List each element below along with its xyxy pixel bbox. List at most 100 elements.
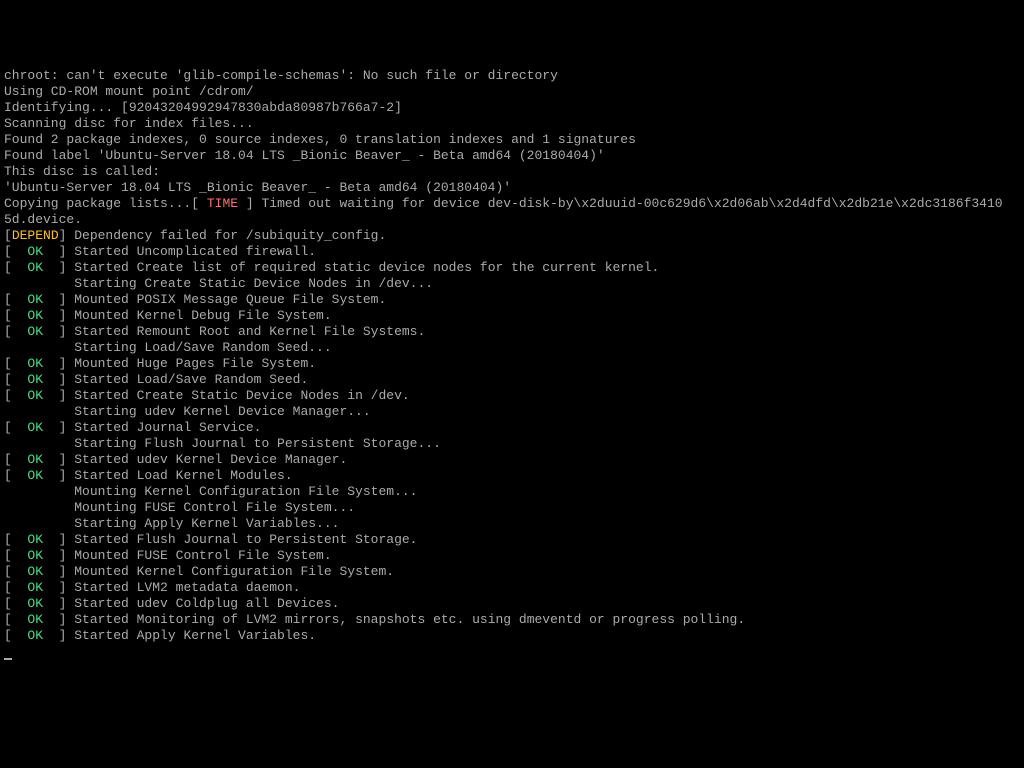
boot-text-segment: OK [27, 372, 43, 387]
boot-text-segment: OK [27, 532, 43, 547]
boot-text-segment: ] Started Load/Save Random Seed. [43, 372, 308, 387]
boot-text-segment: ] Started Create Static Device Nodes in … [43, 388, 410, 403]
boot-text-segment: OK [27, 596, 43, 611]
boot-line: [ OK ] Started Flush Journal to Persiste… [4, 532, 1020, 548]
boot-text-segment: [ [4, 452, 27, 467]
boot-text-segment: Starting Load/Save Random Seed... [4, 340, 332, 355]
boot-text-segment: OK [27, 324, 43, 339]
boot-text-segment: OK [27, 628, 43, 643]
boot-text-segment: ] Started Monitoring of LVM2 mirrors, sn… [43, 612, 745, 627]
boot-text-segment: ] Mounted POSIX Message Queue File Syste… [43, 292, 386, 307]
cursor-line [4, 644, 1020, 660]
boot-line: [ OK ] Mounted Kernel Debug File System. [4, 308, 1020, 324]
boot-text-segment: [ [4, 324, 27, 339]
boot-text-segment: OK [27, 260, 43, 275]
boot-text-segment: Mounting Kernel Configuration File Syste… [4, 484, 417, 499]
boot-line: Using CD-ROM mount point /cdrom/ [4, 84, 1020, 100]
boot-text-segment: OK [27, 420, 43, 435]
boot-text-segment: OK [27, 244, 43, 259]
boot-text-segment: OK [27, 548, 43, 563]
boot-text-segment: [ [4, 612, 27, 627]
boot-text-segment: ] Started udev Kernel Device Manager. [43, 452, 347, 467]
boot-text-segment: ] Mounted Kernel Debug File System. [43, 308, 332, 323]
boot-text-segment: [ [4, 388, 27, 403]
terminal-output: chroot: can't execute 'glib-compile-sche… [4, 68, 1020, 660]
boot-text-segment: [ [4, 244, 27, 259]
boot-text-segment: OK [27, 612, 43, 627]
boot-line: Mounting Kernel Configuration File Syste… [4, 484, 1020, 500]
boot-text-segment: Starting Create Static Device Nodes in /… [4, 276, 433, 291]
boot-text-segment: Scanning disc for index files... [4, 116, 254, 131]
boot-text-segment: [ [4, 468, 27, 483]
boot-line: Starting Load/Save Random Seed... [4, 340, 1020, 356]
boot-line: Found 2 package indexes, 0 source indexe… [4, 132, 1020, 148]
boot-text-segment: ] Started Journal Service. [43, 420, 261, 435]
boot-line: [ OK ] Started udev Coldplug all Devices… [4, 596, 1020, 612]
boot-text-segment: [ [4, 356, 27, 371]
boot-line: [ OK ] Started Monitoring of LVM2 mirror… [4, 612, 1020, 628]
boot-text-segment: ] Dependency failed for /subiquity_confi… [59, 228, 387, 243]
boot-text-segment: TIME [207, 196, 238, 211]
boot-line: [ OK ] Started udev Kernel Device Manage… [4, 452, 1020, 468]
boot-line: Scanning disc for index files... [4, 116, 1020, 132]
boot-text-segment: OK [27, 308, 43, 323]
boot-text-segment: [ [4, 228, 12, 243]
boot-text-segment: chroot: can't execute 'glib-compile-sche… [4, 68, 558, 83]
boot-line: [ OK ] Started Uncomplicated firewall. [4, 244, 1020, 260]
boot-text-segment: ] Started Uncomplicated firewall. [43, 244, 316, 259]
boot-line: [ OK ] Mounted POSIX Message Queue File … [4, 292, 1020, 308]
boot-text-segment: [ [4, 564, 27, 579]
boot-line: [ OK ] Mounted Huge Pages File System. [4, 356, 1020, 372]
boot-line: [ OK ] Started Remount Root and Kernel F… [4, 324, 1020, 340]
boot-text-segment: DEPEND [12, 228, 59, 243]
boot-text-segment: Found 2 package indexes, 0 source indexe… [4, 132, 636, 147]
boot-text-segment: Identifying... [92043204992947830abda809… [4, 100, 402, 115]
boot-text-segment: Mounting FUSE Control File System... [4, 500, 355, 515]
boot-line: Starting udev Kernel Device Manager... [4, 404, 1020, 420]
boot-line: [ OK ] Started LVM2 metadata daemon. [4, 580, 1020, 596]
boot-text-segment: ] Timed out waiting for device dev-disk-… [238, 196, 1003, 211]
boot-text-segment: [ [4, 628, 27, 643]
boot-line: [ OK ] Started Create list of required s… [4, 260, 1020, 276]
boot-line: Copying package lists...[ TIME ] Timed o… [4, 196, 1020, 212]
boot-line: [ OK ] Started Load/Save Random Seed. [4, 372, 1020, 388]
boot-text-segment: [ [4, 308, 27, 323]
boot-line: This disc is called: [4, 164, 1020, 180]
boot-text-segment: Copying package lists...[ [4, 196, 207, 211]
boot-line: Starting Apply Kernel Variables... [4, 516, 1020, 532]
boot-text-segment: OK [27, 580, 43, 595]
boot-text-segment: [ [4, 420, 27, 435]
boot-text-segment: Starting Apply Kernel Variables... [4, 516, 339, 531]
boot-text-segment: OK [27, 452, 43, 467]
boot-text-segment: [ [4, 260, 27, 275]
boot-text-segment: ] Started Create list of required static… [43, 260, 659, 275]
boot-line: Starting Create Static Device Nodes in /… [4, 276, 1020, 292]
boot-text-segment: 'Ubuntu-Server 18.04 LTS _Bionic Beaver_… [4, 180, 511, 195]
boot-line: chroot: can't execute 'glib-compile-sche… [4, 68, 1020, 84]
boot-line: 'Ubuntu-Server 18.04 LTS _Bionic Beaver_… [4, 180, 1020, 196]
boot-text-segment: Starting Flush Journal to Persistent Sto… [4, 436, 441, 451]
boot-line: [ OK ] Started Create Static Device Node… [4, 388, 1020, 404]
boot-text-segment: ] Mounted Huge Pages File System. [43, 356, 316, 371]
boot-line: Found label 'Ubuntu-Server 18.04 LTS _Bi… [4, 148, 1020, 164]
boot-line: Mounting FUSE Control File System... [4, 500, 1020, 516]
boot-text-segment: OK [27, 564, 43, 579]
boot-line: 5d.device. [4, 212, 1020, 228]
boot-line: [ OK ] Mounted FUSE Control File System. [4, 548, 1020, 564]
boot-text-segment: [ [4, 532, 27, 547]
boot-text-segment: Found label 'Ubuntu-Server 18.04 LTS _Bi… [4, 148, 605, 163]
boot-text-segment: [ [4, 548, 27, 563]
cursor [4, 658, 12, 660]
boot-text-segment: OK [27, 388, 43, 403]
boot-line: Starting Flush Journal to Persistent Sto… [4, 436, 1020, 452]
boot-text-segment: This disc is called: [4, 164, 160, 179]
boot-line: [ OK ] Started Journal Service. [4, 420, 1020, 436]
boot-text-segment: OK [27, 468, 43, 483]
boot-text-segment: ] Started Flush Journal to Persistent St… [43, 532, 417, 547]
boot-line: Identifying... [92043204992947830abda809… [4, 100, 1020, 116]
boot-text-segment: Starting udev Kernel Device Manager... [4, 404, 371, 419]
boot-text-segment: OK [27, 292, 43, 307]
boot-line: [ OK ] Started Apply Kernel Variables. [4, 628, 1020, 644]
boot-text-segment: ] Mounted FUSE Control File System. [43, 548, 332, 563]
boot-text-segment: ] Started Remount Root and Kernel File S… [43, 324, 425, 339]
